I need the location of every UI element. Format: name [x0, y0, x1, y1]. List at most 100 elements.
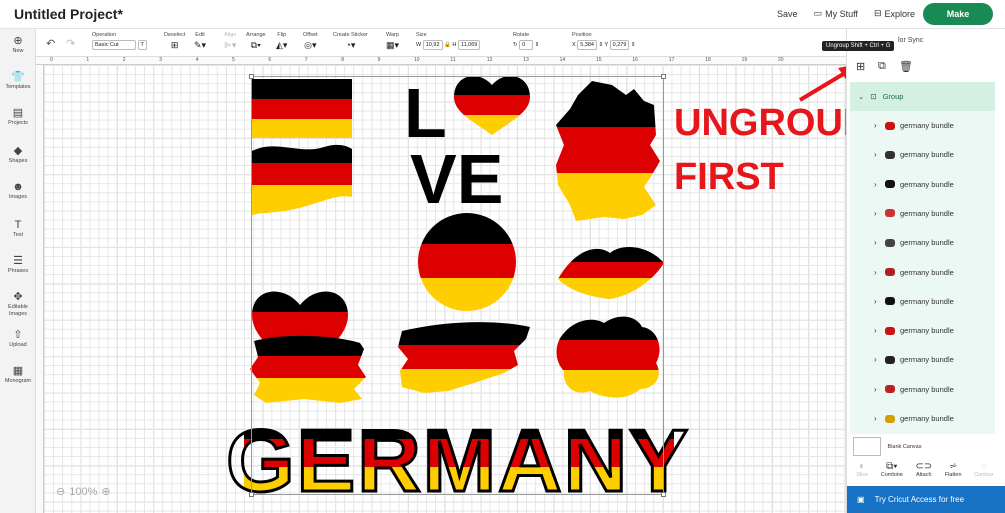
chevron-right-icon[interactable]: ›: [874, 268, 877, 277]
chevron-right-icon[interactable]: ›: [874, 326, 877, 335]
left-sidebar: ⊕ New 👕 Templates ▤ Projects ◆ Shapes ☻ Images T Te…: [0, 29, 36, 513]
redo-button[interactable]: ↷: [66, 37, 75, 50]
pen-icon: ✎▾: [194, 40, 207, 50]
size-group: Size W 10,92 🔒 H 11,069: [416, 32, 481, 50]
resize-handle-tr[interactable]: [661, 74, 666, 79]
ungroup-icon[interactable]: ⊞: [856, 60, 865, 73]
folder-icon: ▭: [813, 8, 823, 18]
h-label: H: [452, 42, 457, 48]
operation-select[interactable]: Basic Cut: [92, 40, 136, 50]
project-title[interactable]: Untitled Project*: [14, 6, 123, 22]
layer-row[interactable]: › germany bundle: [850, 140, 995, 169]
layer-name: germany bundle: [900, 179, 954, 189]
panel-bottom-tools: ◐ Slice ⧉▾ Combine ⊂⊃ Attach ⩫ Flatten ◌ Cont…: [850, 461, 1000, 485]
nav-editable-images[interactable]: ✥ Editable Images: [0, 291, 36, 318]
ruler-mark: 6: [268, 57, 272, 63]
chevron-right-icon[interactable]: ›: [874, 238, 877, 247]
my-stuff-button[interactable]: ▭ My Stuff: [814, 8, 858, 19]
ruler-mark: 14: [559, 57, 566, 63]
nav-text[interactable]: T Text: [0, 219, 36, 239]
layer-row[interactable]: › germany bundle: [850, 228, 995, 257]
combine-button[interactable]: ⧉▾ Combine: [881, 461, 903, 485]
blank-canvas-row[interactable]: Blank Canvas: [853, 437, 921, 456]
layer-row[interactable]: › germany bundle: [850, 287, 995, 316]
layer-row[interactable]: › germany bundle: [850, 345, 995, 374]
duplicate-icon[interactable]: ⧉: [878, 60, 886, 73]
nav-images[interactable]: ☻ Images: [0, 181, 36, 201]
nav-templates[interactable]: 👕 Templates: [0, 71, 36, 91]
nav-shapes[interactable]: ◆ Shapes: [0, 145, 36, 165]
resize-handle-tl[interactable]: [249, 74, 254, 79]
attach-button[interactable]: ⊂⊃ Attach: [915, 461, 932, 485]
contour-button[interactable]: ◌ Contour: [974, 461, 994, 485]
operation-extra-button[interactable]: T: [137, 40, 147, 50]
warp-button[interactable]: Warp ▦▾: [386, 32, 399, 51]
chevron-right-icon[interactable]: ›: [874, 121, 877, 130]
offset-button[interactable]: Offset ◎▾: [303, 32, 318, 51]
color-sync-tab[interactable]: lor Sync: [898, 37, 923, 44]
nav-label: Templates: [5, 84, 31, 90]
width-input[interactable]: 10,92: [422, 40, 443, 50]
layer-row[interactable]: › germany bundle: [850, 111, 995, 140]
chevron-right-icon[interactable]: ›: [874, 297, 877, 306]
slice-button[interactable]: ◐ Slice: [856, 461, 868, 485]
layer-thumbnail: [885, 268, 895, 276]
explore-button[interactable]: ⊟ Explore: [874, 8, 915, 19]
nav-plus[interactable]: ⊕ New: [0, 35, 36, 55]
offset-icon: ◎▾: [304, 40, 317, 50]
flip-button[interactable]: Flip ◭▾: [276, 32, 287, 51]
edit-button[interactable]: Edit ✎▾: [194, 32, 206, 51]
edit-label: Edit: [195, 32, 205, 38]
height-input[interactable]: 11,069: [457, 40, 481, 50]
layer-name: germany bundle: [900, 296, 954, 306]
layer-row[interactable]: › germany bundle: [850, 404, 995, 433]
layer-group-row[interactable]: ⌄ ⊡ Group: [850, 82, 995, 111]
blank-canvas-label: Blank Canvas: [887, 443, 922, 450]
nav-monogram[interactable]: ▦ Monogram: [0, 365, 36, 385]
selection-box[interactable]: [249, 74, 666, 497]
edit-toolbar: ↶ ↷ Operation Basic Cut T Deselect ⊞ Edit…: [36, 29, 846, 57]
chevron-right-icon[interactable]: ›: [874, 414, 877, 423]
nav-phrases[interactable]: ☰ Phrases: [0, 255, 36, 275]
nav-label: Editable Images: [8, 304, 28, 317]
delete-icon[interactable]: 🗑: [899, 60, 913, 73]
resize-handle-br[interactable]: [661, 492, 666, 497]
ruler-mark: 7: [304, 57, 308, 63]
blank-canvas-swatch[interactable]: [853, 437, 881, 456]
y-input[interactable]: 0,279: [609, 40, 630, 50]
flatten-button[interactable]: ⩫ Flatten: [945, 461, 962, 485]
rotate-input[interactable]: 0: [519, 40, 534, 50]
arrange-button[interactable]: Arrange ⧉▾: [246, 32, 266, 51]
chevron-right-icon[interactable]: ›: [874, 355, 877, 364]
combine-icon: ⧉▾: [886, 461, 898, 472]
flip-icon: ◭▾: [276, 40, 288, 50]
layer-row[interactable]: › germany bundle: [850, 199, 995, 228]
lock-icon[interactable]: 🔒: [444, 42, 451, 48]
layer-row[interactable]: › germany bundle: [850, 170, 995, 199]
cricut-access-banner[interactable]: ▣ Try Cricut Access for free: [847, 486, 1005, 513]
layer-row[interactable]: › germany bundle: [850, 258, 995, 287]
align-button[interactable]: Align ⊫▾: [224, 32, 236, 51]
design-canvas[interactable]: GERMANY L: [44, 65, 846, 513]
layer-row[interactable]: › germany bundle: [850, 375, 995, 404]
zoom-in-button[interactable]: ⊕: [101, 485, 110, 498]
chevron-right-icon[interactable]: ›: [874, 385, 877, 394]
templates-icon: 👕: [11, 71, 25, 83]
chevron-right-icon[interactable]: ›: [874, 180, 877, 189]
zoom-out-button[interactable]: ⊖: [56, 485, 65, 498]
chevron-right-icon[interactable]: ›: [874, 150, 877, 159]
save-button[interactable]: Save: [777, 9, 798, 19]
create-sticker-button[interactable]: Create Sticker ◔▾: [333, 32, 368, 51]
nav-projects[interactable]: ▤ Projects: [0, 107, 36, 127]
resize-handle-bl[interactable]: [249, 492, 254, 497]
nav-upload[interactable]: ⇧ Upload: [0, 329, 36, 349]
chevron-down-icon[interactable]: ⌄: [858, 92, 864, 101]
layer-row[interactable]: › germany bundle: [850, 316, 995, 345]
make-button[interactable]: Make: [923, 3, 993, 25]
chevron-right-icon[interactable]: ›: [874, 209, 877, 218]
undo-button[interactable]: ↶: [46, 37, 55, 50]
x-input[interactable]: 5,384: [577, 40, 597, 50]
deselect-button[interactable]: Deselect ⊞: [164, 32, 185, 51]
position-group: Position X 5,384 ⇕ Y 0,279 ⇕: [572, 32, 636, 50]
position-label: Position: [572, 32, 592, 38]
